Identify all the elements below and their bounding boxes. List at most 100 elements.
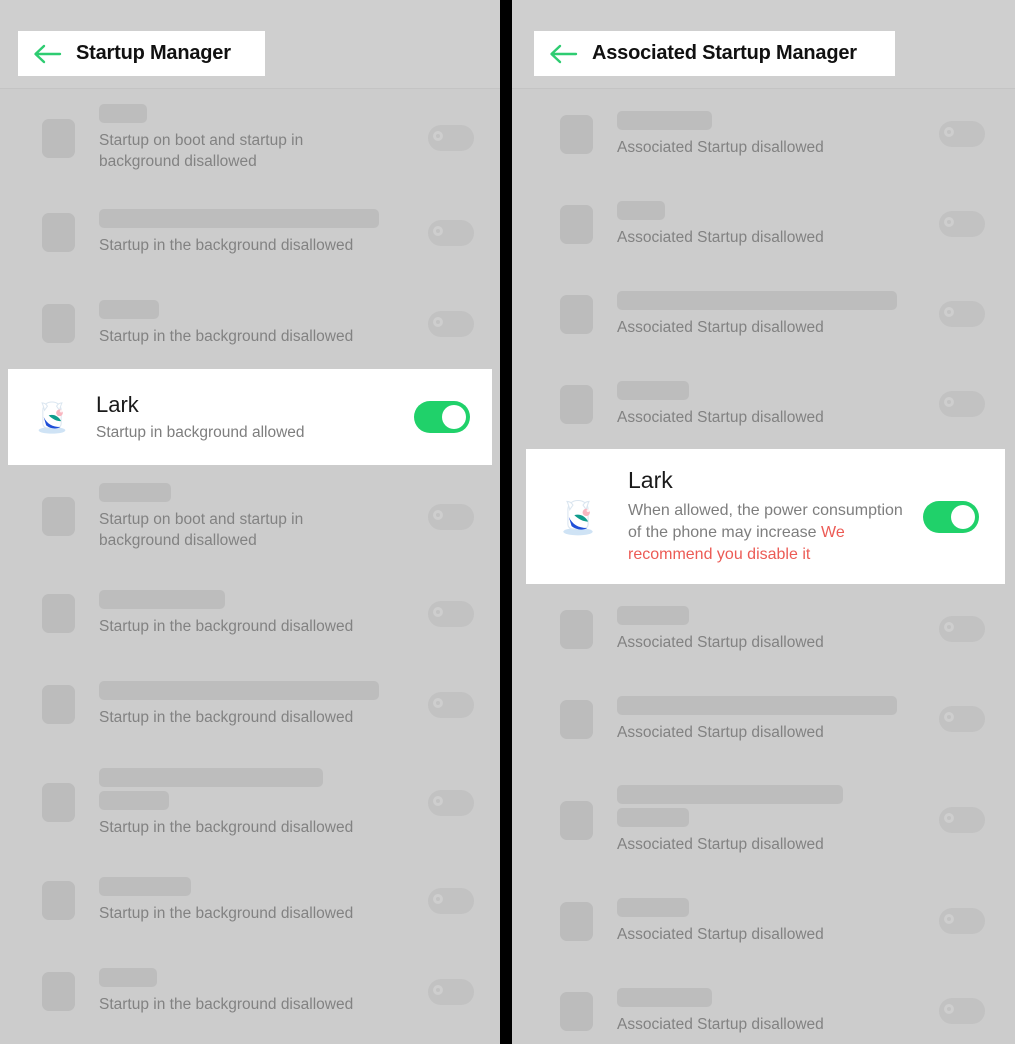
associated-startup-toggle[interactable] (939, 211, 985, 237)
list-item[interactable]: Associated Startup disallowed (512, 269, 1015, 359)
list-item-body: Startup in the background disallowed (99, 590, 410, 637)
list-item-body: Startup in the background disallowed (99, 209, 410, 256)
list-item-status: Startup on boot and startup in backgroun… (99, 132, 304, 170)
list-item[interactable]: Startup in the background disallowed (0, 855, 500, 946)
app-icon-redacted (42, 594, 75, 633)
list-item-status: Associated Startup disallowed (617, 723, 824, 741)
right-header-zone: Associated Startup Manager (512, 0, 1015, 89)
list-item[interactable]: Associated Startup disallowed (512, 359, 1015, 449)
app-name-redaction (617, 785, 843, 804)
list-item-status: Associated Startup disallowed (617, 408, 824, 426)
app-name-redaction (617, 290, 897, 310)
app-icon-redacted (42, 118, 75, 158)
associated-startup-toggle[interactable] (939, 121, 985, 147)
list-item-status: Startup on boot and startup in backgroun… (99, 510, 304, 549)
app-name-redaction (99, 767, 323, 787)
associated-startup-toggle[interactable] (939, 807, 985, 833)
associated-startup-toggle[interactable] (939, 706, 985, 732)
app-icon-redacted (560, 699, 593, 739)
app-icon-redacted (560, 294, 593, 334)
list-item-body: Associated Startup disallowed (617, 200, 921, 248)
startup-toggle[interactable] (428, 789, 474, 816)
app-name: Lark (96, 392, 139, 417)
list-item[interactable]: Associated Startup disallowed (512, 179, 1015, 269)
app-name-redaction (99, 482, 171, 502)
list-item[interactable]: Startup in the background disallowed (0, 568, 500, 659)
list-item[interactable]: Startup in the background disallowed (0, 946, 500, 1037)
startup-toggle-on[interactable] (414, 401, 470, 433)
list-item[interactable]: Startup in the background disallowed (0, 750, 500, 855)
right-app-list[interactable]: Associated Startup disallowed Associated… (512, 89, 1015, 1044)
app-name-redaction (99, 877, 191, 896)
app-name-redaction (617, 605, 689, 625)
startup-toggle[interactable] (428, 600, 474, 627)
app-subname-redaction (617, 808, 689, 827)
associated-startup-toggle[interactable] (939, 908, 985, 934)
app-name-redaction (99, 209, 379, 228)
list-item-status: Associated Startup disallowed (617, 138, 824, 156)
left-header-zone: Startup Manager (0, 0, 500, 89)
left-app-list[interactable]: Startup on boot and startup in backgroun… (0, 89, 500, 1037)
list-item-body: Startup in the background disallowed (99, 877, 410, 924)
list-item[interactable]: Associated Startup disallowed (512, 584, 1015, 674)
list-item[interactable]: Associated Startup disallowed (512, 966, 1015, 1044)
list-item[interactable]: Startup on boot and startup in backgroun… (0, 465, 500, 568)
app-name-redaction (617, 200, 665, 220)
list-item-status: Startup in the background disallowed (99, 618, 354, 635)
highlighted-app-card-lark[interactable]: Lark When allowed, the power consumption… (526, 449, 1005, 584)
back-arrow-icon[interactable] (548, 43, 578, 65)
app-icon-redacted (42, 685, 75, 724)
associated-startup-manager-panel: Associated Startup Manager Associated St… (512, 0, 1015, 1044)
list-item[interactable]: Associated Startup disallowed (512, 764, 1015, 876)
list-item-body: Associated Startup disallowed (617, 897, 921, 945)
startup-toggle[interactable] (428, 691, 474, 718)
right-header-card: Associated Startup Manager (534, 31, 895, 76)
app-name-redaction (99, 968, 157, 987)
app-status: When allowed, the power consumption of t… (628, 500, 905, 566)
app-icon-redacted (560, 384, 593, 424)
app-icon-redacted (42, 783, 75, 822)
app-icon-redacted (42, 972, 75, 1011)
list-item-body: Associated Startup disallowed (617, 785, 921, 855)
list-item-status: Startup in the background disallowed (99, 996, 354, 1013)
startup-toggle[interactable] (428, 125, 474, 151)
list-item-body: Associated Startup disallowed (617, 987, 921, 1035)
startup-toggle[interactable] (428, 503, 474, 530)
associated-startup-toggle-on[interactable] (923, 500, 979, 533)
lark-app-icon (556, 495, 600, 539)
list-item-status: Associated Startup disallowed (617, 633, 824, 651)
list-item-status: Associated Startup disallowed (617, 318, 824, 336)
back-arrow-icon[interactable] (32, 43, 62, 65)
app-name-redaction (99, 104, 147, 123)
highlighted-app-card-lark[interactable]: Lark Startup in background allowed (8, 369, 492, 465)
list-item-body: Startup in the background disallowed (99, 300, 410, 347)
highlighted-card-body: Lark When allowed, the power consumption… (628, 467, 905, 566)
startup-toggle[interactable] (428, 978, 474, 1005)
screenshot-root: Startup Manager Startup on boot and star… (0, 0, 1015, 1044)
associated-startup-toggle[interactable] (939, 998, 985, 1024)
list-item[interactable]: Startup on boot and startup in backgroun… (0, 89, 500, 187)
list-item[interactable]: Associated Startup disallowed (512, 674, 1015, 764)
list-item-body: Startup in the background disallowed (99, 968, 410, 1015)
list-item-body: Startup in the background disallowed (99, 681, 410, 728)
app-name-redaction (99, 681, 379, 700)
app-icon-redacted (42, 881, 75, 920)
associated-startup-toggle[interactable] (939, 616, 985, 642)
startup-toggle[interactable] (428, 887, 474, 914)
list-item[interactable]: Associated Startup disallowed (512, 89, 1015, 179)
list-item[interactable]: Startup in the background disallowed (0, 659, 500, 750)
startup-toggle[interactable] (428, 310, 474, 337)
list-item[interactable]: Associated Startup disallowed (512, 876, 1015, 966)
associated-startup-toggle[interactable] (939, 301, 985, 327)
highlighted-card-body: Lark Startup in background allowed (96, 391, 396, 443)
startup-toggle[interactable] (428, 219, 474, 246)
app-icon-redacted (560, 991, 593, 1031)
list-item-body: Associated Startup disallowed (617, 380, 921, 428)
left-page-title: Startup Manager (76, 42, 231, 64)
list-item[interactable]: Startup in the background disallowed (0, 187, 500, 278)
app-icon-redacted (560, 204, 593, 244)
associated-startup-toggle[interactable] (939, 391, 985, 417)
list-item[interactable]: Startup in the background disallowed (0, 278, 500, 369)
app-name-redaction (617, 987, 712, 1007)
list-item-status: Associated Startup disallowed (617, 836, 824, 853)
